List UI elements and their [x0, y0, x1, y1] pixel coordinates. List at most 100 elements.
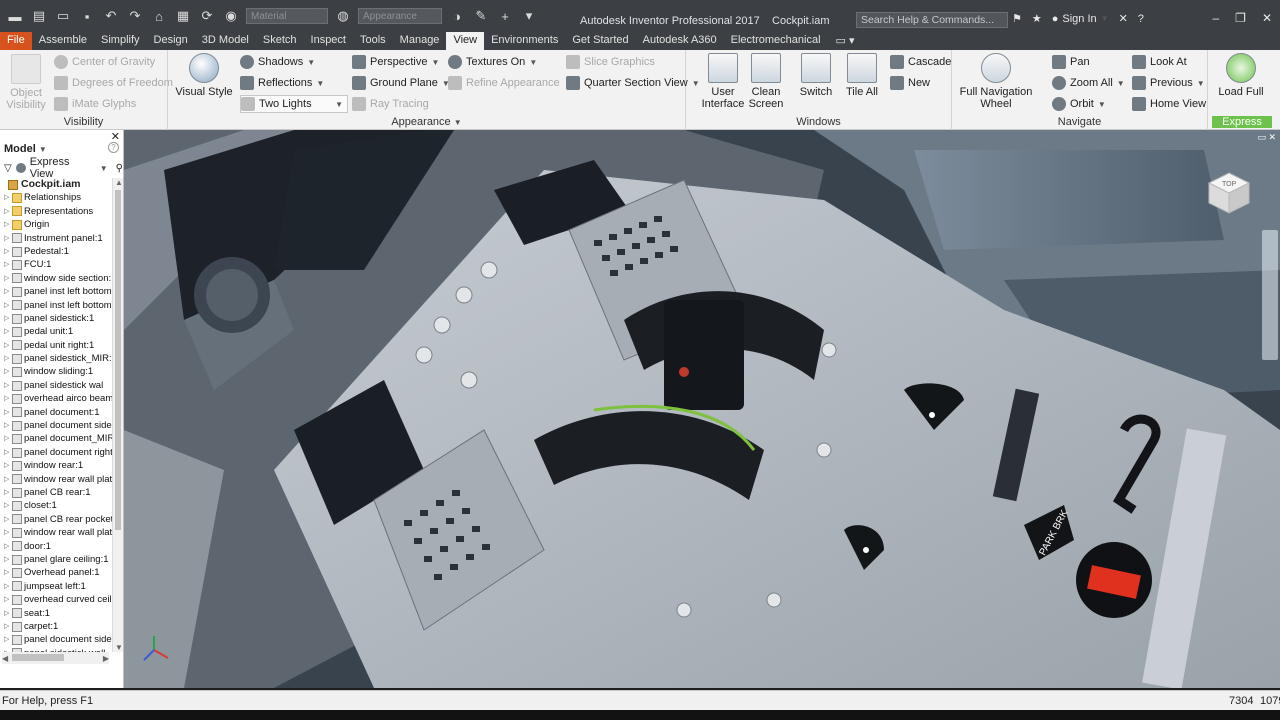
- orbit-button[interactable]: Orbit ▼: [1052, 95, 1106, 113]
- scroll-down-icon[interactable]: ▼: [115, 643, 123, 652]
- close-icon[interactable]: ✕: [1262, 11, 1272, 25]
- scroll-left-icon[interactable]: ◀: [2, 654, 8, 663]
- new-file-icon[interactable]: ▤: [30, 8, 48, 24]
- object-visibility-button[interactable]: Object Visibility: [6, 54, 46, 111]
- expand-icon[interactable]: ▷: [4, 339, 10, 352]
- expand-icon[interactable]: ▷: [4, 312, 10, 325]
- tile-all-button[interactable]: Tile All: [842, 53, 882, 98]
- tab-view[interactable]: View: [446, 32, 485, 50]
- tree-item[interactable]: ▷ overhead airco beam: [0, 392, 112, 405]
- home-icon[interactable]: ⌂: [150, 8, 168, 24]
- look-at-button[interactable]: Look At: [1132, 53, 1187, 71]
- expand-icon[interactable]: ▷: [4, 566, 10, 579]
- tab-file[interactable]: File: [0, 32, 32, 50]
- browser-view-selector[interactable]: ▽ Express View ▼ ⚲: [0, 156, 123, 180]
- search-icon[interactable]: ⚲: [116, 163, 123, 174]
- expand-icon[interactable]: ▷: [4, 580, 10, 593]
- color-icon[interactable]: ◉: [222, 8, 240, 24]
- search-help-input[interactable]: Search Help & Commands...: [856, 12, 1008, 28]
- imate-glyphs-button[interactable]: iMate Glyphs: [54, 95, 136, 113]
- expand-icon[interactable]: ▷: [4, 419, 10, 432]
- refine-appearance-button[interactable]: Refine Appearance: [448, 74, 560, 92]
- full-navigation-wheel-button[interactable]: Full Navigation Wheel: [958, 53, 1034, 110]
- tree-root-node[interactable]: Cockpit.iam: [0, 178, 112, 191]
- tree-item[interactable]: ▷ panel sidestick wal: [0, 379, 112, 392]
- expand-icon[interactable]: ▷: [4, 191, 10, 204]
- sign-in-button[interactable]: ● Sign In ▼: [1052, 13, 1109, 25]
- tree-item[interactable]: ▷ window rear:1: [0, 459, 112, 472]
- expand-icon[interactable]: ▷: [4, 232, 10, 245]
- tree-item[interactable]: ▷ overhead curved ceili: [0, 593, 112, 606]
- select-icon[interactable]: ▦: [174, 8, 192, 24]
- expand-icon[interactable]: ▷: [4, 272, 10, 285]
- customize-icon[interactable]: ▾: [520, 8, 538, 24]
- home-view-button[interactable]: Home View: [1132, 95, 1206, 113]
- load-full-button[interactable]: Load Full: [1214, 53, 1268, 98]
- tree-item[interactable]: ▷ seat:1: [0, 607, 112, 620]
- tree-item[interactable]: ▷ FCU:1: [0, 258, 112, 271]
- pan-button[interactable]: Pan: [1052, 53, 1090, 71]
- clean-screen-button[interactable]: Clean Screen: [748, 53, 784, 110]
- visual-style-button[interactable]: Visual Style: [174, 53, 234, 98]
- tree-item[interactable]: ▷ Origin: [0, 218, 112, 231]
- tab-electromechanical[interactable]: Electromechanical: [724, 32, 828, 50]
- tree-item[interactable]: ▷ pedal unit:1: [0, 325, 112, 338]
- tab-sketch[interactable]: Sketch: [256, 32, 304, 50]
- tab-manage[interactable]: Manage: [393, 32, 447, 50]
- tree-item[interactable]: ▷ panel sidestick:1: [0, 312, 112, 325]
- app-menu-icon[interactable]: ▬: [6, 8, 24, 24]
- redo-icon[interactable]: ↷: [126, 8, 144, 24]
- expand-icon[interactable]: ▷: [4, 432, 10, 445]
- tab-3d-model[interactable]: 3D Model: [195, 32, 256, 50]
- expand-icon[interactable]: ▷: [4, 285, 10, 298]
- scroll-thumb[interactable]: [115, 190, 121, 530]
- user-interface-button[interactable]: User Interface: [702, 53, 744, 110]
- scroll-thumb-horizontal[interactable]: [12, 654, 64, 661]
- tree-item[interactable]: ▷ panel sidestick_MIR:1: [0, 352, 112, 365]
- tree-item[interactable]: ▷ Representations: [0, 205, 112, 218]
- expand-icon[interactable]: ▷: [4, 325, 10, 338]
- expand-icon[interactable]: ▷: [4, 446, 10, 459]
- minimize-icon[interactable]: –: [1212, 11, 1219, 25]
- tab-get-started[interactable]: Get Started: [565, 32, 635, 50]
- expand-icon[interactable]: ▷: [4, 459, 10, 472]
- previous-view-button[interactable]: Previous ▼: [1132, 74, 1205, 92]
- expand-icon[interactable]: ▷: [4, 245, 10, 258]
- viewport-window-controls[interactable]: ▭ ✕: [1257, 132, 1276, 143]
- clear-appearance-icon[interactable]: ◑: [448, 8, 466, 24]
- undo-icon[interactable]: ↶: [102, 8, 120, 24]
- expand-icon[interactable]: ▷: [4, 633, 10, 646]
- reflections-button[interactable]: Reflections ▼: [240, 74, 324, 92]
- tab-design[interactable]: Design: [147, 32, 195, 50]
- tree-item[interactable]: ▷ panel document side: [0, 633, 112, 646]
- tree-item[interactable]: ▷ carpet:1: [0, 620, 112, 633]
- add-icon[interactable]: +: [496, 8, 514, 24]
- expand-icon[interactable]: ▷: [4, 352, 10, 365]
- expand-icon[interactable]: ▷: [4, 513, 10, 526]
- tree-item[interactable]: ▷ panel glare ceiling:1: [0, 553, 112, 566]
- browser-vertical-scrollbar[interactable]: ▲ ▼: [112, 178, 123, 652]
- expand-icon[interactable]: ▷: [4, 299, 10, 312]
- tree-item[interactable]: ▷ panel CB rear:1: [0, 486, 112, 499]
- quarter-section-view-button[interactable]: Quarter Section View ▼: [566, 74, 700, 92]
- textures-button[interactable]: Textures On ▼: [448, 53, 537, 71]
- help-icon[interactable]: ?: [1138, 13, 1144, 25]
- exchange-apps-icon[interactable]: ✕: [1119, 12, 1128, 25]
- help-icon[interactable]: ?: [108, 142, 119, 153]
- tab-environments[interactable]: Environments: [484, 32, 565, 50]
- tree-item[interactable]: ▷ panel document side:: [0, 419, 112, 432]
- ground-plane-button[interactable]: Ground Plane ▼: [352, 74, 450, 92]
- expand-icon[interactable]: ▷: [4, 499, 10, 512]
- navigation-bar[interactable]: [1262, 230, 1278, 360]
- tab-tools[interactable]: Tools: [353, 32, 393, 50]
- tree-item[interactable]: ▷ Overhead panel:1: [0, 566, 112, 579]
- tree-item[interactable]: ▷ Pedestal:1: [0, 245, 112, 258]
- expand-icon[interactable]: ▷: [4, 593, 10, 606]
- tree-item[interactable]: ▷ door:1: [0, 540, 112, 553]
- expand-icon[interactable]: ▷: [4, 473, 10, 486]
- expand-icon[interactable]: ▷: [4, 392, 10, 405]
- ray-tracing-button[interactable]: Ray Tracing: [352, 95, 429, 113]
- expand-icon[interactable]: ▷: [4, 486, 10, 499]
- tree-item[interactable]: ▷ panel CB rear pockets: [0, 513, 112, 526]
- expand-icon[interactable]: ▷: [4, 607, 10, 620]
